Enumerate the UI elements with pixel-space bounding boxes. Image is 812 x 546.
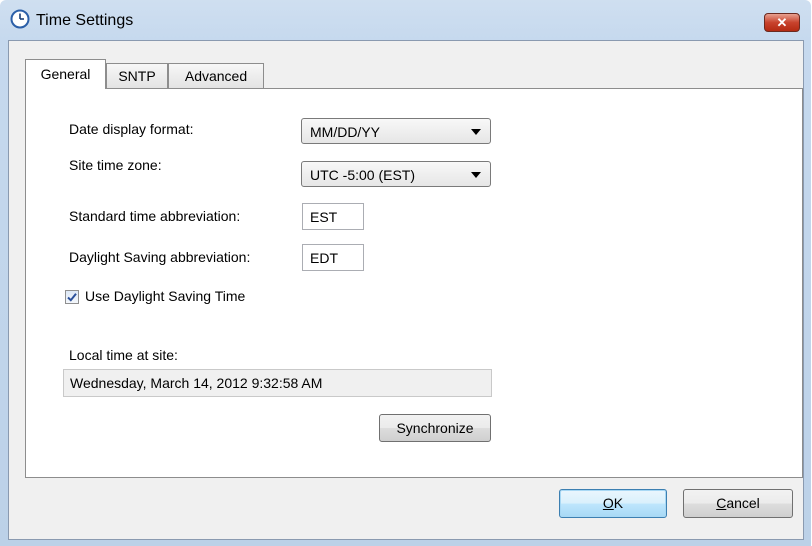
synchronize-button[interactable]: Synchronize xyxy=(379,414,491,442)
dialog-client-area: General SNTP Advanced Date display forma… xyxy=(8,40,804,540)
std-abbrev-input[interactable]: EST xyxy=(302,203,364,230)
time-zone-value: UTC -5:00 (EST) xyxy=(310,167,416,183)
close-button[interactable]: ✕ xyxy=(764,13,800,32)
use-dst-checkbox[interactable] xyxy=(65,290,79,304)
tab-general[interactable]: General xyxy=(25,59,106,89)
use-dst-label: Use Daylight Saving Time xyxy=(85,288,246,304)
chevron-down-icon xyxy=(471,129,481,135)
dst-abbrev-value: EDT xyxy=(310,250,338,266)
time-settings-window: Time Settings ✕ General SNTP Advanced Da… xyxy=(0,0,811,546)
tab-advanced[interactable]: Advanced xyxy=(168,63,264,88)
cancel-label: Cancel xyxy=(716,495,760,511)
dst-abbrev-input[interactable]: EDT xyxy=(302,244,364,271)
clock-icon xyxy=(10,9,30,29)
ok-label-rest: K xyxy=(613,495,624,511)
date-format-value: MM/DD/YY xyxy=(310,124,380,140)
std-abbrev-value: EST xyxy=(310,209,338,225)
time-zone-label: Site time zone: xyxy=(69,157,162,173)
dst-abbrev-label: Daylight Saving abbreviation: xyxy=(69,249,251,265)
ok-mnemonic: O xyxy=(602,495,614,511)
date-format-label: Date display format: xyxy=(69,121,194,137)
title-bar: Time Settings ✕ xyxy=(0,0,811,40)
ok-button[interactable]: OK xyxy=(559,489,667,518)
local-time-value: Wednesday, March 14, 2012 9:32:58 AM xyxy=(70,375,323,391)
checkmark-icon xyxy=(67,293,77,302)
cancel-label-rest: ancel xyxy=(726,495,760,511)
tab-sntp[interactable]: SNTP xyxy=(106,63,168,88)
local-time-label: Local time at site: xyxy=(69,347,178,363)
cancel-button[interactable]: Cancel xyxy=(683,489,793,518)
close-icon: ✕ xyxy=(776,15,788,30)
window-title: Time Settings xyxy=(36,12,134,29)
cancel-mnemonic: C xyxy=(716,495,727,511)
local-time-field: Wednesday, March 14, 2012 9:32:58 AM xyxy=(63,369,492,397)
ok-label: OK xyxy=(603,495,623,511)
date-format-select[interactable]: MM/DD/YY xyxy=(301,118,491,144)
synchronize-label: Synchronize xyxy=(396,420,474,436)
std-abbrev-label: Standard time abbreviation: xyxy=(69,208,241,224)
time-zone-select[interactable]: UTC -5:00 (EST) xyxy=(301,161,491,187)
general-tab-panel: Date display format: MM/DD/YY Site time … xyxy=(25,88,803,478)
chevron-down-icon xyxy=(471,172,481,178)
